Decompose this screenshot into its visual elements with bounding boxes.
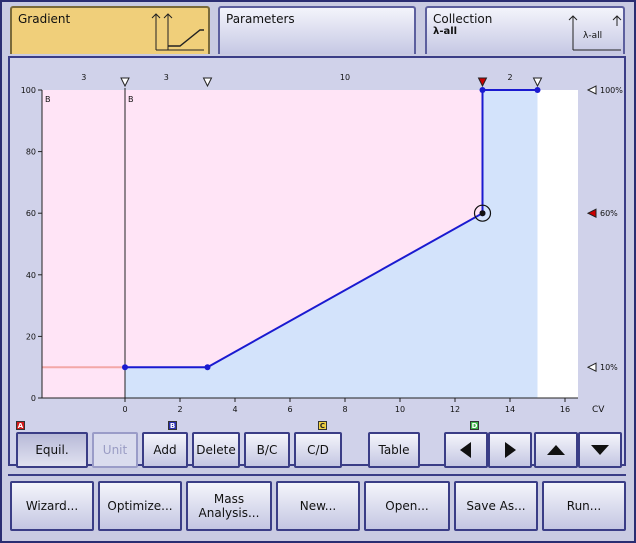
segment-length-label: 10 [340, 73, 350, 82]
tab-gradient-label: Gradient [18, 12, 71, 26]
segment-length-label: 3 [81, 73, 86, 82]
add-button[interactable]: Add [142, 432, 188, 468]
y-tick-label: 80 [26, 148, 36, 157]
tab-parameters-label: Parameters [226, 12, 295, 26]
y-tick-label: 0 [31, 394, 36, 403]
open-label: Open... [385, 499, 429, 513]
x-tick-label: 4 [232, 405, 237, 414]
equil-letter: B [128, 95, 134, 104]
mass-analysis-label-2: Analysis... [198, 506, 260, 520]
top-marker[interactable] [477, 77, 488, 88]
y-tick-label: 40 [26, 271, 36, 280]
wizard-label: Wizard... [25, 499, 79, 513]
wizard-button[interactable]: Wizard... [10, 481, 94, 531]
equil-button[interactable]: Equil. [16, 432, 88, 468]
collection-icon: λ-all [568, 15, 622, 51]
cd-button[interactable]: C/D [294, 432, 342, 468]
new-label: New... [299, 499, 337, 513]
y-axis-letter: B [45, 95, 51, 104]
run-label: Run... [566, 499, 602, 513]
down-arrow-icon [591, 445, 609, 455]
x-tick-label: 0 [122, 405, 127, 414]
x-tick-label: 8 [342, 405, 347, 414]
selected-point[interactable] [479, 210, 486, 217]
x-tick-label: 2 [177, 405, 182, 414]
x-tick-label: 6 [287, 405, 292, 414]
x-tick-label: 12 [450, 405, 460, 414]
optimize-label: Optimize... [107, 499, 173, 513]
right-marker[interactable] [586, 85, 597, 95]
right-arrow-button[interactable] [488, 432, 532, 468]
right-marker-label: 10% [600, 363, 618, 372]
top-marker[interactable] [120, 77, 130, 88]
top-marker[interactable] [532, 77, 543, 88]
gradient-chart[interactable]: 0 20 40 60 80 100 0 2 4 6 8 10 12 14 16 CV B B 3 3 10 2 100% 60… [10, 58, 624, 464]
gradient-point[interactable] [204, 364, 211, 371]
gradient-icon [151, 13, 204, 51]
y-tick-label: 60 [26, 209, 36, 218]
x-tick-label: 14 [505, 405, 515, 414]
left-arrow-icon [460, 442, 471, 458]
tab-collection-label: Collection [433, 12, 493, 26]
up-arrow-icon [547, 445, 565, 455]
marker-b: B [168, 421, 177, 430]
x-tick-label: 10 [395, 405, 405, 414]
y-tick-label: 100 [21, 86, 36, 95]
segment-length-label: 3 [164, 73, 169, 82]
new-button[interactable]: New... [276, 481, 360, 531]
optimize-button[interactable]: Optimize... [98, 481, 182, 531]
unit-button[interactable]: Unit [92, 432, 138, 468]
delete-label: Delete [196, 443, 236, 457]
bc-label: B/C [256, 443, 278, 457]
save-as-label: Save As... [466, 499, 526, 513]
y-tick-label: 20 [26, 332, 36, 341]
run-button[interactable]: Run... [542, 481, 626, 531]
right-marker-label: 60% [600, 209, 618, 218]
right-marker[interactable] [586, 362, 597, 373]
save-as-button[interactable]: Save As... [454, 481, 538, 531]
open-button[interactable]: Open... [364, 481, 450, 531]
equil-region [42, 90, 125, 398]
gradient-panel: 0 20 40 60 80 100 0 2 4 6 8 10 12 14 16 CV B B 3 3 10 2 100% 60… [8, 56, 626, 468]
x-axis-label: CV [592, 405, 605, 415]
mass-analysis-button[interactable]: Mass Analysis... [186, 481, 272, 531]
segment-length-label: 2 [507, 73, 512, 82]
delete-button[interactable]: Delete [192, 432, 240, 468]
marker-c: C [318, 421, 327, 430]
marker-a: A [16, 421, 25, 430]
right-marker-label: 100% [600, 86, 623, 95]
table-label: Table [378, 443, 410, 457]
top-marker[interactable] [202, 77, 213, 88]
marker-d: D [470, 421, 479, 430]
right-marker[interactable] [586, 208, 597, 219]
right-arrow-icon [505, 442, 516, 458]
gradient-point[interactable] [479, 87, 486, 93]
tab-parameters[interactable]: Parameters [218, 6, 416, 54]
left-arrow-button[interactable] [444, 432, 488, 468]
add-label: Add [153, 443, 177, 457]
unit-label: Unit [102, 443, 128, 457]
equil-label: Equil. [35, 443, 69, 457]
tab-collection-sub: λ-all [433, 26, 458, 37]
cd-label: C/D [307, 443, 329, 457]
table-button[interactable]: Table [368, 432, 420, 468]
mass-analysis-label-1: Mass [213, 492, 245, 506]
collection-icon-label: λ-all [583, 31, 602, 41]
tab-gradient[interactable]: Gradient [10, 6, 210, 54]
down-arrow-button[interactable] [578, 432, 622, 468]
tab-collection[interactable]: Collection λ-all λ-all [425, 6, 625, 54]
gradient-point[interactable] [534, 87, 541, 93]
up-arrow-button[interactable] [534, 432, 578, 468]
bc-button[interactable]: B/C [244, 432, 290, 468]
gradient-point[interactable] [122, 364, 128, 371]
x-tick-label: 16 [560, 405, 570, 414]
